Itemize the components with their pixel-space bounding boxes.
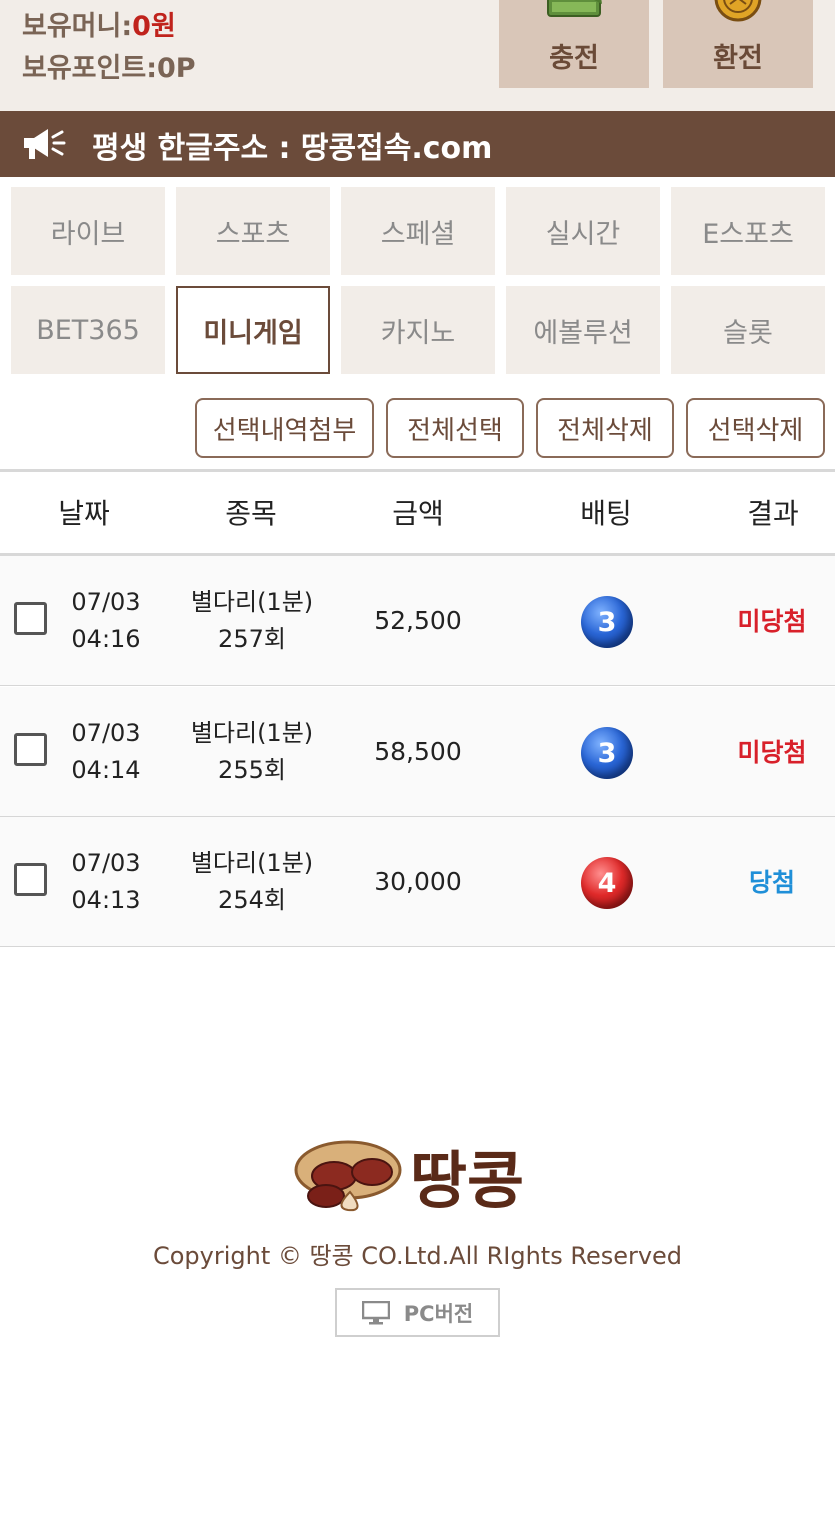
- money-value: 0원: [132, 11, 176, 42]
- row-game-round: 255회: [218, 756, 286, 784]
- monitor-icon: [361, 1300, 390, 1324]
- tab-esports[interactable]: E스포츠: [671, 187, 825, 275]
- row-amount: 30,000: [374, 867, 462, 896]
- notice-bar: 평생 한글주소 : 땅콩접속.com: [0, 111, 835, 177]
- delete-all-button[interactable]: 전체삭제: [536, 398, 674, 458]
- bet-ball: 3: [581, 596, 633, 648]
- row-checkbox[interactable]: [14, 602, 47, 635]
- row-date-time: 04:13: [71, 886, 141, 914]
- header-amount: 금액: [392, 497, 444, 530]
- money-balance: 보유머니:0원: [22, 4, 176, 43]
- delete-selected-button[interactable]: 선택삭제: [686, 398, 825, 458]
- tab-minigame[interactable]: 미니게임: [176, 286, 330, 374]
- row-date-time: 04:16: [71, 625, 141, 653]
- tab-casino[interactable]: 카지노: [341, 286, 495, 374]
- row-result: 당첨: [748, 868, 795, 897]
- attach-selected-button[interactable]: 선택내역첨부: [195, 398, 374, 458]
- pc-version-button[interactable]: PC버전: [335, 1288, 500, 1337]
- row-date-time: 04:14: [71, 756, 141, 784]
- copyright-text: Copyright © 땅콩 CO.Ltd.All RIghts Reserve…: [152, 1242, 683, 1270]
- exchange-button[interactable]: 환전: [663, 0, 813, 88]
- tab-live[interactable]: 라이브: [11, 187, 165, 275]
- select-all-button[interactable]: 전체선택: [386, 398, 524, 458]
- exchange-label: 환전: [713, 43, 763, 74]
- row-date: 07/03 04:16: [50, 584, 162, 658]
- header-game: 종목: [225, 497, 277, 530]
- row-game: 별다리(1분) 254회: [182, 845, 322, 919]
- row-date: 07/03 04:13: [50, 845, 162, 919]
- money-stack-icon: [547, 0, 602, 17]
- notice-text: 평생 한글주소 : 땅콩접속.com: [92, 131, 493, 166]
- megaphone-icon: [24, 129, 66, 159]
- row-date: 07/03 04:14: [50, 715, 162, 789]
- tab-evolution[interactable]: 에볼루션: [506, 286, 660, 374]
- header-result: 결과: [747, 497, 799, 530]
- bet-ball: 4: [581, 857, 633, 909]
- tab-sports[interactable]: 스포츠: [176, 187, 330, 275]
- row-checkbox[interactable]: [14, 863, 47, 896]
- table-top-divider: [0, 469, 835, 472]
- tab-special[interactable]: 스페셜: [341, 187, 495, 275]
- logo-text: 땅콩: [410, 1144, 524, 1217]
- row-checkbox[interactable]: [14, 733, 47, 766]
- tab-realtime[interactable]: 실시간: [506, 187, 660, 275]
- row-game: 별다리(1분) 255회: [182, 715, 322, 789]
- row-date-day: 07/03: [71, 719, 141, 747]
- header-bet: 배팅: [580, 497, 632, 530]
- row-amount: 58,500: [374, 737, 462, 766]
- row-game-name: 별다리(1분): [190, 719, 314, 747]
- row-game-round: 257회: [218, 625, 286, 653]
- row-game-name: 별다리(1분): [190, 588, 314, 616]
- row-result: 미당첨: [737, 738, 807, 767]
- point-balance: 보유포인트:0P: [22, 46, 196, 85]
- row-date-day: 07/03: [71, 849, 141, 877]
- pc-version-label: PC버전: [403, 1301, 474, 1326]
- tab-slot[interactable]: 슬롯: [671, 286, 825, 374]
- tab-bet365[interactable]: BET365: [11, 286, 165, 374]
- site-logo: 땅콩: [290, 1132, 550, 1226]
- table-row: 07/03 04:16 별다리(1분) 257회 52,500 3 미당첨: [0, 556, 835, 686]
- row-game: 별다리(1분) 257회: [182, 584, 322, 658]
- table-row: 07/03 04:13 별다리(1분) 254회 30,000 4 당첨: [0, 817, 835, 947]
- row-result: 미당첨: [737, 607, 807, 636]
- table-row: 07/03 04:14 별다리(1분) 255회 58,500 3 미당첨: [0, 687, 835, 817]
- money-label: 보유머니:: [22, 11, 133, 42]
- row-game-round: 254회: [218, 886, 286, 914]
- charge-button[interactable]: 충전: [499, 0, 649, 88]
- bet-ball: 3: [581, 727, 633, 779]
- top-header: 보유머니:0원 보유포인트:0P 충전 환전: [0, 0, 835, 111]
- row-game-name: 별다리(1분): [190, 849, 314, 877]
- peanut-logo-icon: 땅콩: [294, 1140, 524, 1217]
- point-label: 보유포인트:: [22, 53, 157, 84]
- header-date: 날짜: [58, 497, 110, 530]
- point-value: 0P: [157, 53, 196, 84]
- row-amount: 52,500: [374, 606, 462, 635]
- charge-label: 충전: [549, 43, 599, 74]
- row-date-day: 07/03: [71, 588, 141, 616]
- coin-icon: [714, 0, 762, 22]
